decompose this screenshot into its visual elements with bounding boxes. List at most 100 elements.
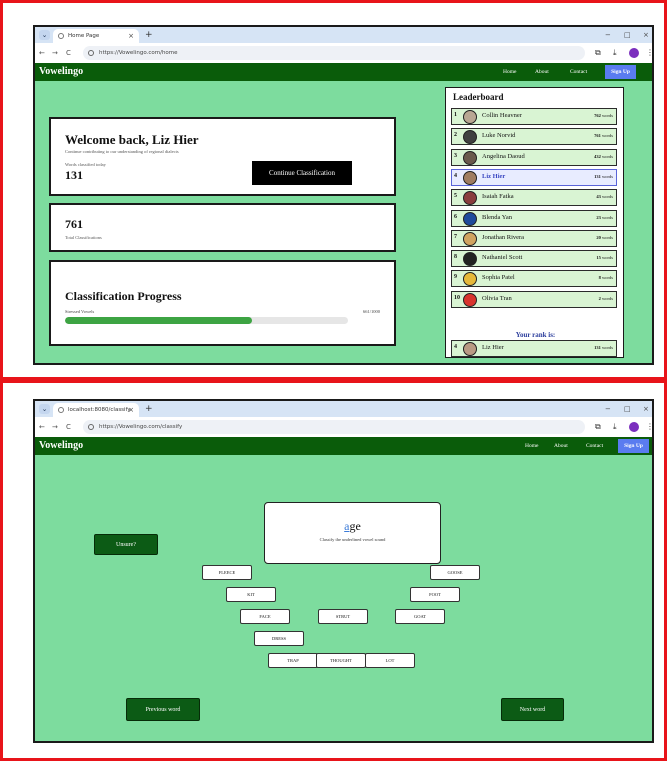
- nav-home-link[interactable]: Home: [503, 66, 516, 78]
- site-info-icon[interactable]: [88, 50, 94, 56]
- vowel-option-strut[interactable]: STRUT: [318, 609, 368, 624]
- player-name: Angelina Daoud: [482, 152, 525, 160]
- minimize-button[interactable]: −: [605, 403, 611, 415]
- reload-button[interactable]: C: [66, 47, 71, 59]
- next-word-button[interactable]: Next word: [501, 698, 564, 721]
- forward-button[interactable]: →: [52, 421, 58, 433]
- leaderboard-title: Leaderboard: [453, 92, 504, 102]
- vowel-option-kit[interactable]: KIT: [226, 587, 276, 602]
- rank-number: 1: [454, 112, 457, 118]
- address-bar-row: ← → C https://Vowelingo.com/home ⧉ ⤓ ⋮: [35, 43, 652, 63]
- minimize-button[interactable]: −: [605, 29, 611, 41]
- player-words: 8 words: [598, 275, 613, 281]
- new-tab-button[interactable]: +: [145, 403, 153, 415]
- vowel-option-goat[interactable]: GOAT: [395, 609, 445, 624]
- vowel-option-dress[interactable]: DRESS: [254, 631, 304, 646]
- nav-contact-link[interactable]: Contact: [570, 66, 587, 78]
- tab-search-icon[interactable]: ⌄: [39, 404, 50, 414]
- leaderboard: Leaderboard 1 Collin Heavner 762 words 2 Luk…: [445, 87, 624, 358]
- nav-about-link[interactable]: About: [535, 66, 549, 78]
- leaderboard-row: 6 Blenda Yan 23 words: [451, 209, 617, 227]
- player-name: Blenda Yan: [482, 213, 512, 221]
- copy-icon[interactable]: ⧉: [595, 420, 601, 434]
- leaderboard-row: 3 Angelina Daoud 432 words: [451, 148, 617, 166]
- player-name: Nathaniel Scott: [482, 254, 523, 262]
- previous-word-button[interactable]: Previous word: [126, 698, 200, 721]
- nav-contact-link[interactable]: Contact: [586, 440, 603, 452]
- vowel-option-fleece[interactable]: FLEECE: [202, 565, 252, 580]
- vowel-option-foot[interactable]: FOOT: [410, 587, 460, 602]
- player-words: 23 words: [596, 214, 613, 220]
- brand-logo[interactable]: Vowelingo: [39, 439, 83, 453]
- rank-number: 2: [454, 132, 457, 139]
- url-text: https://Vowelingo.com/home: [99, 50, 178, 56]
- classify-content: age Classify the underlined vowel sound …: [35, 455, 652, 741]
- copy-icon[interactable]: ⧉: [595, 46, 601, 60]
- vowel-option-thought[interactable]: THOUGHT: [316, 653, 366, 668]
- close-window-button[interactable]: ×: [643, 29, 649, 41]
- leaderboard-row: 8 Nathaniel Scott 15 words: [451, 250, 617, 268]
- rank-number: 7: [454, 233, 457, 240]
- player-words: 20 words: [596, 234, 613, 240]
- progress-title: Classification Progress: [65, 289, 182, 303]
- avatar: [463, 272, 477, 287]
- tab-search-icon[interactable]: ⌄: [39, 30, 50, 40]
- download-icon[interactable]: ⤓: [613, 46, 617, 60]
- total-count: 761: [65, 217, 83, 231]
- continue-classification-button[interactable]: Continue Classification: [252, 161, 352, 185]
- new-tab-button[interactable]: +: [145, 29, 153, 41]
- vowel-option-goose[interactable]: GOOSE: [430, 565, 480, 580]
- menu-kebab-icon[interactable]: ⋮: [646, 420, 652, 434]
- close-tab-icon[interactable]: ×: [128, 29, 134, 43]
- total-label: Total Classifications: [65, 235, 102, 240]
- back-button[interactable]: ←: [39, 47, 45, 59]
- leaderboard-row: 5 Isaiah Fatka 43 words: [451, 189, 617, 207]
- avatar: [463, 130, 477, 145]
- maximize-button[interactable]: □: [624, 29, 631, 41]
- word-instruction: Classify the underlined vowel sound: [319, 537, 386, 542]
- browser-tab[interactable]: Home Page ×: [53, 29, 139, 43]
- profile-avatar-icon[interactable]: [629, 48, 639, 58]
- nav-home-link[interactable]: Home: [525, 440, 538, 452]
- vowel-option-trap[interactable]: TRAP: [268, 653, 318, 668]
- forward-button[interactable]: →: [52, 47, 58, 59]
- reload-button[interactable]: C: [66, 421, 71, 433]
- browser-tab[interactable]: localhost:8080/classify ×: [53, 403, 139, 417]
- sign-up-button[interactable]: Sign Up: [618, 439, 649, 453]
- tab-bar: ⌄ Home Page × + − □ ×: [35, 27, 652, 43]
- player-words: 131 words: [594, 345, 613, 350]
- profile-avatar-icon[interactable]: [629, 422, 639, 432]
- close-window-button[interactable]: ×: [643, 403, 649, 415]
- player-words: 15 words: [596, 255, 613, 261]
- site-info-icon[interactable]: [88, 424, 94, 430]
- vowel-option-lot[interactable]: LOT: [365, 653, 415, 668]
- url-bar[interactable]: https://Vowelingo.com/home: [83, 46, 585, 60]
- words-today-count: 131: [65, 168, 83, 182]
- brand-logo[interactable]: Vowelingo: [39, 65, 83, 79]
- nav-about-link[interactable]: About: [554, 440, 568, 452]
- avatar: [463, 252, 477, 267]
- back-button[interactable]: ←: [39, 421, 45, 433]
- rank-number: 8: [454, 254, 457, 261]
- rank-number: 6: [454, 213, 457, 220]
- player-name: Olivia Tran: [482, 294, 512, 302]
- player-name: Isaiah Fatka: [482, 193, 514, 201]
- avatar: [463, 211, 477, 226]
- close-tab-icon[interactable]: ×: [128, 403, 134, 417]
- target-word: age: [265, 519, 440, 534]
- download-icon[interactable]: ⤓: [613, 420, 617, 434]
- menu-kebab-icon[interactable]: ⋮: [646, 46, 652, 60]
- progress-value: 661/1000: [362, 309, 380, 314]
- player-name: Collin Heavner: [482, 112, 522, 119]
- sign-up-button[interactable]: Sign Up: [605, 65, 636, 79]
- home-content: Welcome back, Liz Hier Continue contribu…: [35, 81, 652, 363]
- maximize-button[interactable]: □: [624, 403, 631, 415]
- words-today-label: Words classified today: [65, 162, 106, 167]
- leaderboard-row: 1 Collin Heavner 762 words: [451, 108, 617, 125]
- unsure-button[interactable]: Unsure?: [94, 534, 158, 555]
- vowel-option-face[interactable]: FACE: [240, 609, 290, 624]
- url-bar[interactable]: https://Vowelingo.com/classify: [83, 420, 585, 434]
- rank-number: 9: [454, 274, 457, 281]
- rank-number: 4: [454, 344, 457, 350]
- avatar: [463, 150, 477, 165]
